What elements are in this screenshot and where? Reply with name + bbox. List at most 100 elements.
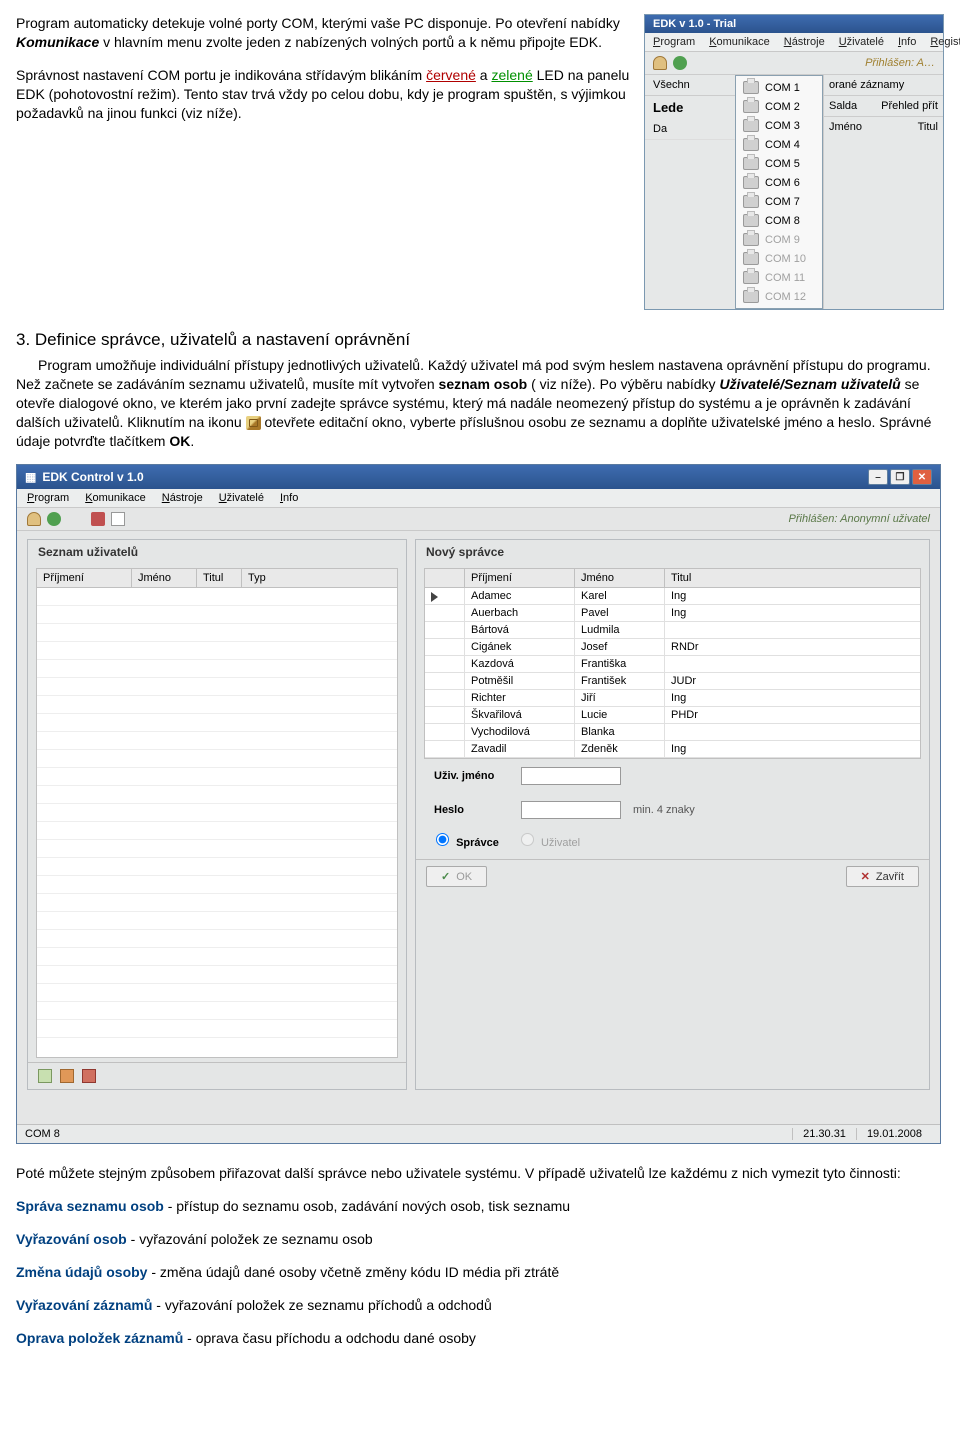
red-icon[interactable] bbox=[91, 512, 105, 526]
status-icon bbox=[673, 56, 687, 70]
com-dropdown: COM 1COM 2COM 3COM 4COM 5COM 6COM 7COM 8… bbox=[735, 75, 823, 309]
printer-icon bbox=[743, 176, 759, 189]
permission-item: Vyřazování záznamů - vyřazování položek … bbox=[16, 1296, 944, 1315]
com-port-item[interactable]: COM 1 bbox=[738, 78, 820, 97]
table-row[interactable]: VychodilováBlanka bbox=[425, 724, 920, 741]
printer-icon bbox=[743, 214, 759, 227]
com-port-item[interactable]: COM 6 bbox=[738, 173, 820, 192]
menu-item[interactable]: Nástroje bbox=[784, 36, 825, 48]
heslo-hint: min. 4 znaky bbox=[633, 804, 695, 816]
status-time: 21.30.31 bbox=[792, 1128, 856, 1140]
col-header[interactable]: Příjmení bbox=[37, 569, 132, 587]
col-header[interactable]: Typ bbox=[242, 569, 287, 587]
close-button[interactable]: ✕ bbox=[912, 469, 932, 485]
menubar-lg: Program Komunikace Nástroje Uživatelé Info bbox=[17, 489, 940, 508]
printer-icon bbox=[743, 290, 759, 303]
user-icon bbox=[653, 56, 667, 70]
doc-icon[interactable] bbox=[111, 512, 125, 526]
statusbar: COM 8 21.30.31 19.01.2008 bbox=[17, 1124, 940, 1143]
table-row[interactable]: PotměšilFrantišekJUDr bbox=[425, 673, 920, 690]
screenshot-seznam-uzivatelu: ▦ EDK Control v 1.0 – ❐ ✕ Program Komunik… bbox=[16, 464, 941, 1144]
printer-icon bbox=[743, 195, 759, 208]
permission-item: Změna údajů osoby - změna údajů dané oso… bbox=[16, 1263, 944, 1282]
com-port-item[interactable]: COM 8 bbox=[738, 211, 820, 230]
menu-item[interactable]: Program bbox=[27, 492, 69, 504]
com-port-item: COM 12 bbox=[738, 287, 820, 306]
grid-users[interactable]: PříjmeníJménoTitulTyp bbox=[36, 568, 398, 1058]
delete-icon[interactable] bbox=[82, 1069, 96, 1083]
panel-title-right: Nový správce bbox=[416, 540, 929, 564]
com-port-item[interactable]: COM 3 bbox=[738, 116, 820, 135]
menu-item[interactable]: Komunikace bbox=[85, 492, 146, 504]
permission-item: Správa seznamu osob - přístup do seznamu… bbox=[16, 1197, 944, 1216]
toolbar-lg: Přihlášen: Anonymní uživatel bbox=[17, 508, 940, 531]
printer-icon bbox=[743, 119, 759, 132]
com-port-item[interactable]: COM 4 bbox=[738, 135, 820, 154]
com-port-item[interactable]: COM 7 bbox=[738, 192, 820, 211]
zavrit-button[interactable]: ✕Zavřít bbox=[846, 866, 919, 887]
radio-uzivatel: Uživatel bbox=[521, 833, 580, 849]
arrow-icon[interactable] bbox=[60, 1069, 74, 1083]
row-cursor-icon bbox=[431, 592, 438, 602]
led-red: červené bbox=[426, 67, 476, 83]
table-row[interactable]: KazdováFrantiška bbox=[425, 656, 920, 673]
logged-label: Přihlášen: A… bbox=[865, 57, 935, 69]
status-com: COM 8 bbox=[25, 1128, 792, 1140]
table-row[interactable]: CigánekJosefRNDr bbox=[425, 639, 920, 656]
col-header[interactable]: Jméno bbox=[575, 569, 665, 587]
com-port-item: COM 10 bbox=[738, 249, 820, 268]
menu-item[interactable]: Uživatelé bbox=[839, 36, 884, 48]
status-icon[interactable] bbox=[47, 512, 61, 526]
permission-item: Oprava položek záznamů - oprava času pří… bbox=[16, 1329, 944, 1348]
radio-spravce[interactable]: Správce bbox=[436, 833, 499, 849]
col-header[interactable] bbox=[425, 569, 465, 587]
table-row[interactable]: BártováLudmila bbox=[425, 622, 920, 639]
grid-persons[interactable]: PříjmeníJménoTitul AdamecKarelIngAuerbac… bbox=[424, 568, 921, 759]
status-date: 19.01.2008 bbox=[856, 1128, 932, 1140]
col-header[interactable]: Příjmení bbox=[465, 569, 575, 587]
edit-icon bbox=[246, 416, 261, 430]
vsechn-label: Všechn bbox=[645, 75, 735, 96]
com-port-item[interactable]: COM 2 bbox=[738, 97, 820, 116]
printer-icon bbox=[743, 157, 759, 170]
printer-icon bbox=[743, 100, 759, 113]
menubar-small: ProgramKomunikaceNástrojeUživateléInfoRe… bbox=[645, 33, 943, 52]
toolbar-small: Přihlášen: A… bbox=[645, 52, 943, 75]
para-com-detect: Program automaticky detekuje volné porty… bbox=[16, 14, 634, 52]
menu-item[interactable]: Nástroje bbox=[162, 492, 203, 504]
printer-icon bbox=[743, 252, 759, 265]
col-header[interactable]: Jméno bbox=[132, 569, 197, 587]
printer-icon bbox=[743, 233, 759, 246]
uziv-jmeno-input[interactable] bbox=[521, 767, 621, 785]
table-row[interactable]: RichterJiříIng bbox=[425, 690, 920, 707]
logged-user: Přihlášen: Anonymní uživatel bbox=[789, 513, 930, 525]
ok-button: ✓OK bbox=[426, 866, 487, 887]
menu-item[interactable]: Uživatelé bbox=[219, 492, 264, 504]
table-row[interactable]: AuerbachPavelIng bbox=[425, 605, 920, 622]
minimize-button[interactable]: – bbox=[868, 469, 888, 485]
printer-icon bbox=[743, 81, 759, 94]
led-green: zelené bbox=[491, 67, 532, 83]
heslo-input[interactable] bbox=[521, 801, 621, 819]
table-row[interactable]: ŠkvařilováLuciePHDr bbox=[425, 707, 920, 724]
da-header: Da bbox=[645, 119, 735, 140]
menu-item[interactable]: Info bbox=[280, 492, 298, 504]
permission-item: Vyřazování osob - vyřazování položek ze … bbox=[16, 1230, 944, 1249]
menu-item[interactable]: Program bbox=[653, 36, 695, 48]
menu-item[interactable]: Komunikace bbox=[709, 36, 770, 48]
section-3-para: Program umožňuje individuální přístupy j… bbox=[16, 356, 944, 450]
add-icon[interactable] bbox=[38, 1069, 52, 1083]
panel-title-left: Seznam uživatelů bbox=[28, 540, 406, 564]
maximize-button[interactable]: ❐ bbox=[890, 469, 910, 485]
col-header[interactable]: Titul bbox=[665, 569, 725, 587]
table-row[interactable]: AdamecKarelIng bbox=[425, 588, 920, 605]
table-row[interactable]: ZavadilZdeněkIng bbox=[425, 741, 920, 758]
com-port-item[interactable]: COM 5 bbox=[738, 154, 820, 173]
menu-item[interactable]: Registrace bbox=[930, 36, 960, 48]
heslo-label: Heslo bbox=[434, 804, 509, 816]
col-header[interactable]: Titul bbox=[197, 569, 242, 587]
window-title-lg: ▦ EDK Control v 1.0 – ❐ ✕ bbox=[17, 465, 940, 489]
user-icon[interactable] bbox=[27, 512, 41, 526]
menu-item[interactable]: Info bbox=[898, 36, 916, 48]
com-port-item: COM 11 bbox=[738, 268, 820, 287]
